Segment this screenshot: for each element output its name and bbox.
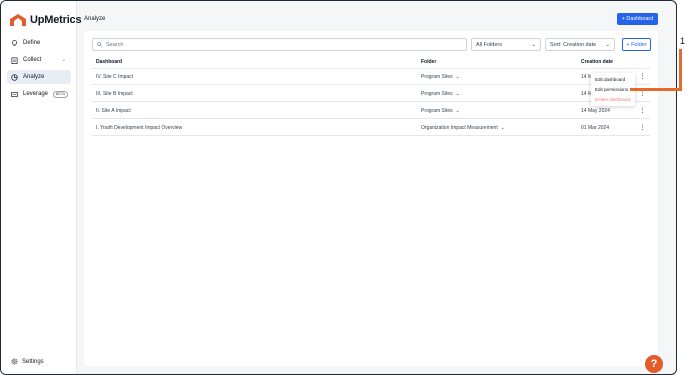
sidebar-item-label: Leverage <box>23 91 49 97</box>
column-header-creation-date[interactable]: Creation date <box>581 59 613 65</box>
brand-name: UpMetrics <box>30 14 82 26</box>
dashboard-name[interactable]: IV. Site C Impact <box>96 74 133 80</box>
more-options-icon[interactable]: ⋮ <box>639 90 646 97</box>
annotation-line <box>630 88 682 91</box>
creation-date: 14 May 2024 <box>581 107 610 114</box>
gauge-icon <box>11 91 18 97</box>
sidebar-item-label: Analyze <box>23 74 45 80</box>
search-placeholder: Search <box>106 41 124 48</box>
annotation-number: 1 <box>680 36 686 46</box>
folder-select[interactable]: Organization Impact Measurement ⌄ <box>421 125 505 131</box>
clipboard-icon <box>11 57 18 64</box>
sidebar-item-collect[interactable]: Collect ⌄ <box>7 53 71 67</box>
sidebar-item-analyze[interactable]: Analyze <box>7 70 71 84</box>
gear-icon <box>11 358 18 365</box>
sidebar: UpMetrics Define Collect ⌄ Analyze Lever… <box>1 1 82 374</box>
sidebar-item-settings[interactable]: Settings <box>11 358 44 365</box>
settings-label: Settings <box>22 358 44 365</box>
sidebar-item-label: Collect <box>23 57 42 63</box>
sidebar-item-define[interactable]: Define <box>7 36 71 50</box>
app-window: UpMetrics Define Collect ⌄ Analyze Lever… <box>0 0 677 375</box>
menu-item-edit-dashboard[interactable]: Edit dashboard <box>595 77 625 82</box>
column-header-dashboard[interactable]: Dashboard <box>96 59 122 65</box>
search-icon <box>97 42 102 47</box>
add-dashboard-button[interactable]: + Dashboard <box>617 13 658 25</box>
table-header: Dashboard Folder Creation date <box>92 55 650 69</box>
sort-value: Sort: Creation date <box>550 41 597 48</box>
table-row[interactable]: I. Youth Development Impact Overview Org… <box>92 120 650 136</box>
dashboard-name[interactable]: I. Youth Development Impact Overview <box>96 125 182 131</box>
folder-select[interactable]: Program Sites ⌄ <box>421 108 460 114</box>
menu-item-delete-dashboard[interactable]: Delete dashboard <box>595 97 631 102</box>
more-options-icon[interactable]: ⋮ <box>639 73 646 80</box>
table-row[interactable]: IV. Site C Impact Program Sites ⌄ 14 M ⋮ <box>92 69 650 85</box>
folder-filter-select[interactable]: All Folders ⌄ <box>471 38 541 51</box>
creation-date: 01 Mar 2024 <box>581 124 610 131</box>
lightbulb-icon <box>11 39 18 46</box>
more-options-icon[interactable]: ⋮ <box>639 107 646 114</box>
folder-select[interactable]: Program Sites ⌄ <box>421 74 460 80</box>
chevron-down-icon: ⌄ <box>605 41 610 48</box>
dashboard-options-menu: Edit dashboard Edit permissions Delete d… <box>591 73 635 106</box>
brand-logo[interactable]: UpMetrics <box>10 14 82 26</box>
search-input[interactable]: Search <box>92 38 467 51</box>
sidebar-item-label: Define <box>23 40 41 46</box>
chart-circle-icon <box>11 73 18 81</box>
folder-select[interactable]: Program Sites ⌄ <box>421 91 460 97</box>
dashboards-panel: Search All Folders ⌄ Sort: Creation date… <box>84 31 658 366</box>
add-folder-button[interactable]: + Folder <box>622 38 651 51</box>
dashboard-name[interactable]: III. Site B Impact <box>96 91 133 97</box>
table-row[interactable]: III. Site B Impact Program Sites ⌄ 14 M … <box>92 86 650 102</box>
chevron-down-icon[interactable]: ⌄ <box>62 57 66 63</box>
dashboard-name[interactable]: II. Site A Impact <box>96 108 131 114</box>
chevron-down-icon: ⌄ <box>531 41 536 48</box>
sort-select[interactable]: Sort: Creation date ⌄ <box>545 38 615 51</box>
upmetrics-logo-icon <box>10 14 26 26</box>
table-row[interactable]: II. Site A Impact Program Sites ⌄ 14 May… <box>92 103 650 119</box>
more-options-icon[interactable]: ⋮ <box>639 124 646 131</box>
folder-filter-value: All Folders <box>476 41 502 48</box>
menu-item-edit-permissions[interactable]: Edit permissions <box>595 87 628 92</box>
column-header-folder[interactable]: Folder <box>421 59 436 65</box>
page-title: Analyze <box>84 16 106 22</box>
help-button[interactable]: ? <box>645 355 663 373</box>
annotation-line <box>679 49 682 91</box>
sidebar-item-leverage[interactable]: Leverage BETA <box>7 87 71 101</box>
beta-badge: BETA <box>53 90 68 98</box>
